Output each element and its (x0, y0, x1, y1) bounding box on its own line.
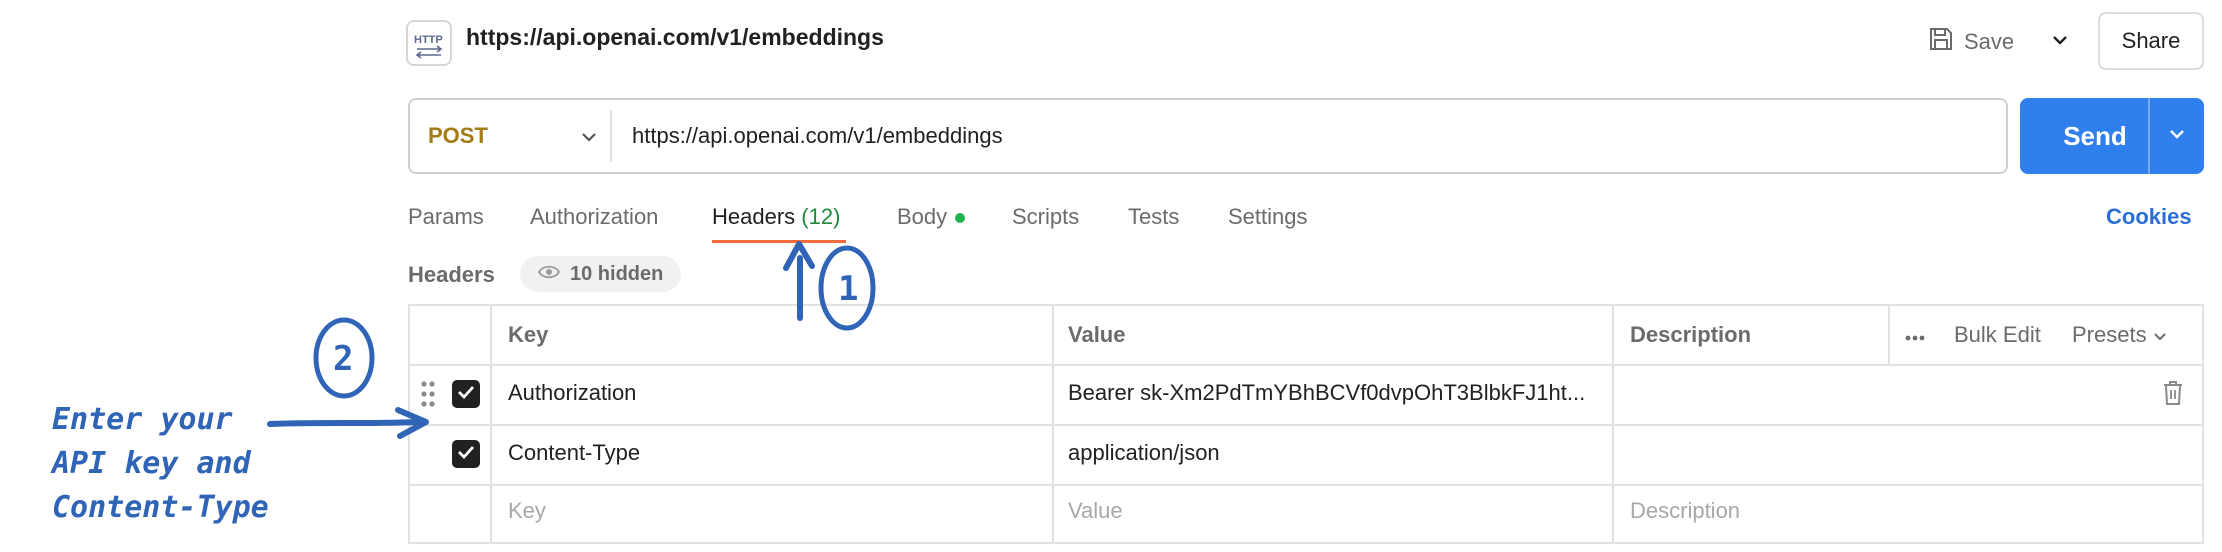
table-column-divider (1052, 304, 1054, 544)
new-key-input[interactable]: Key (508, 498, 546, 524)
chevron-down-icon (2051, 33, 2069, 51)
chevron-down-icon (2168, 127, 2186, 145)
url-divider (610, 110, 612, 162)
column-header-key: Key (508, 322, 549, 347)
table-column-divider (490, 304, 492, 544)
new-value-input[interactable]: Value (1068, 498, 1123, 524)
tab-settings[interactable]: Settings (1228, 204, 1308, 230)
column-header-value: Value (1068, 322, 1126, 347)
chevron-down-icon (580, 123, 598, 149)
more-icon (1904, 322, 1926, 348)
annotation-line: Enter your (52, 402, 233, 437)
new-description-input[interactable]: Description (1630, 498, 1740, 524)
share-button[interactable]: Share (2098, 12, 2204, 70)
annotation-marker-1-text: 1 (838, 269, 858, 309)
method-select[interactable]: POST (428, 118, 598, 154)
annotation-line: Content-Type (52, 490, 269, 525)
save-button[interactable]: Save (1928, 20, 2014, 64)
tab-body-label: Body (897, 204, 948, 229)
save-options-button[interactable] (2040, 20, 2080, 64)
tab-body[interactable]: Body (897, 204, 966, 230)
tab-headers[interactable]: Headers (12) (712, 204, 840, 230)
body-status-dot (955, 213, 966, 224)
table-column-divider (1612, 304, 1614, 544)
tab-headers-label: Headers (712, 204, 796, 229)
cookies-link[interactable]: Cookies (2106, 204, 2192, 230)
row-enabled-checkbox[interactable] (452, 380, 480, 408)
send-button[interactable]: Send (2044, 98, 2146, 174)
presets-label: Presets (2072, 322, 2147, 347)
save-label: Save (1964, 29, 2015, 54)
annotation-line: API key and (52, 446, 251, 481)
tab-authorization[interactable]: Authorization (530, 204, 658, 230)
drag-handle-icon[interactable] (420, 380, 436, 413)
trash-icon[interactable] (2162, 380, 2184, 411)
url-input[interactable]: https://api.openai.com/v1/embeddings (632, 118, 1003, 154)
annotation-marker-2-text: 2 (333, 339, 353, 379)
header-key-cell[interactable]: Authorization (508, 380, 636, 406)
http-request-icon: HTTP (406, 20, 452, 66)
column-header-description: Description (1630, 322, 1752, 347)
tab-params[interactable]: Params (408, 204, 484, 230)
more-options-button[interactable] (1904, 322, 1926, 348)
tab-headers-count: (12) (801, 204, 841, 229)
header-value-cell[interactable]: application/json (1068, 440, 1220, 466)
save-icon (1928, 26, 1954, 58)
table-divider (408, 484, 2204, 486)
svg-text:HTTP: HTTP (414, 34, 443, 46)
row-enabled-checkbox[interactable] (452, 440, 480, 468)
table-divider (408, 424, 2204, 426)
method-label: POST (428, 123, 488, 148)
hidden-headers-toggle[interactable]: 10 hidden (520, 256, 682, 292)
hidden-headers-label: 10 hidden (570, 262, 664, 285)
table-divider (408, 364, 2204, 366)
table-column-divider (1888, 304, 1890, 364)
annotation-instructions: Enter your API key and Content-Type (52, 398, 312, 530)
request-title[interactable]: https://api.openai.com/v1/embeddings (466, 24, 884, 51)
send-options-button[interactable] (2150, 98, 2204, 174)
send-button-group: Send (2020, 98, 2204, 174)
bulk-edit-button[interactable]: Bulk Edit (1954, 322, 2041, 348)
header-value-cell[interactable]: Bearer sk-Xm2PdTmYBhBCVf0dvpOhT3BlbkFJ1h… (1068, 380, 1585, 406)
header-key-cell[interactable]: Content-Type (508, 440, 640, 466)
eye-icon (537, 263, 561, 286)
active-tab-indicator (712, 240, 846, 243)
chevron-down-icon (2153, 322, 2167, 348)
presets-button[interactable]: Presets (2072, 322, 2167, 348)
checkmark-icon (456, 444, 476, 465)
tab-tests[interactable]: Tests (1128, 204, 1179, 230)
checkmark-icon (456, 384, 476, 405)
tab-scripts[interactable]: Scripts (1012, 204, 1079, 230)
headers-section-label: Headers (408, 262, 495, 287)
